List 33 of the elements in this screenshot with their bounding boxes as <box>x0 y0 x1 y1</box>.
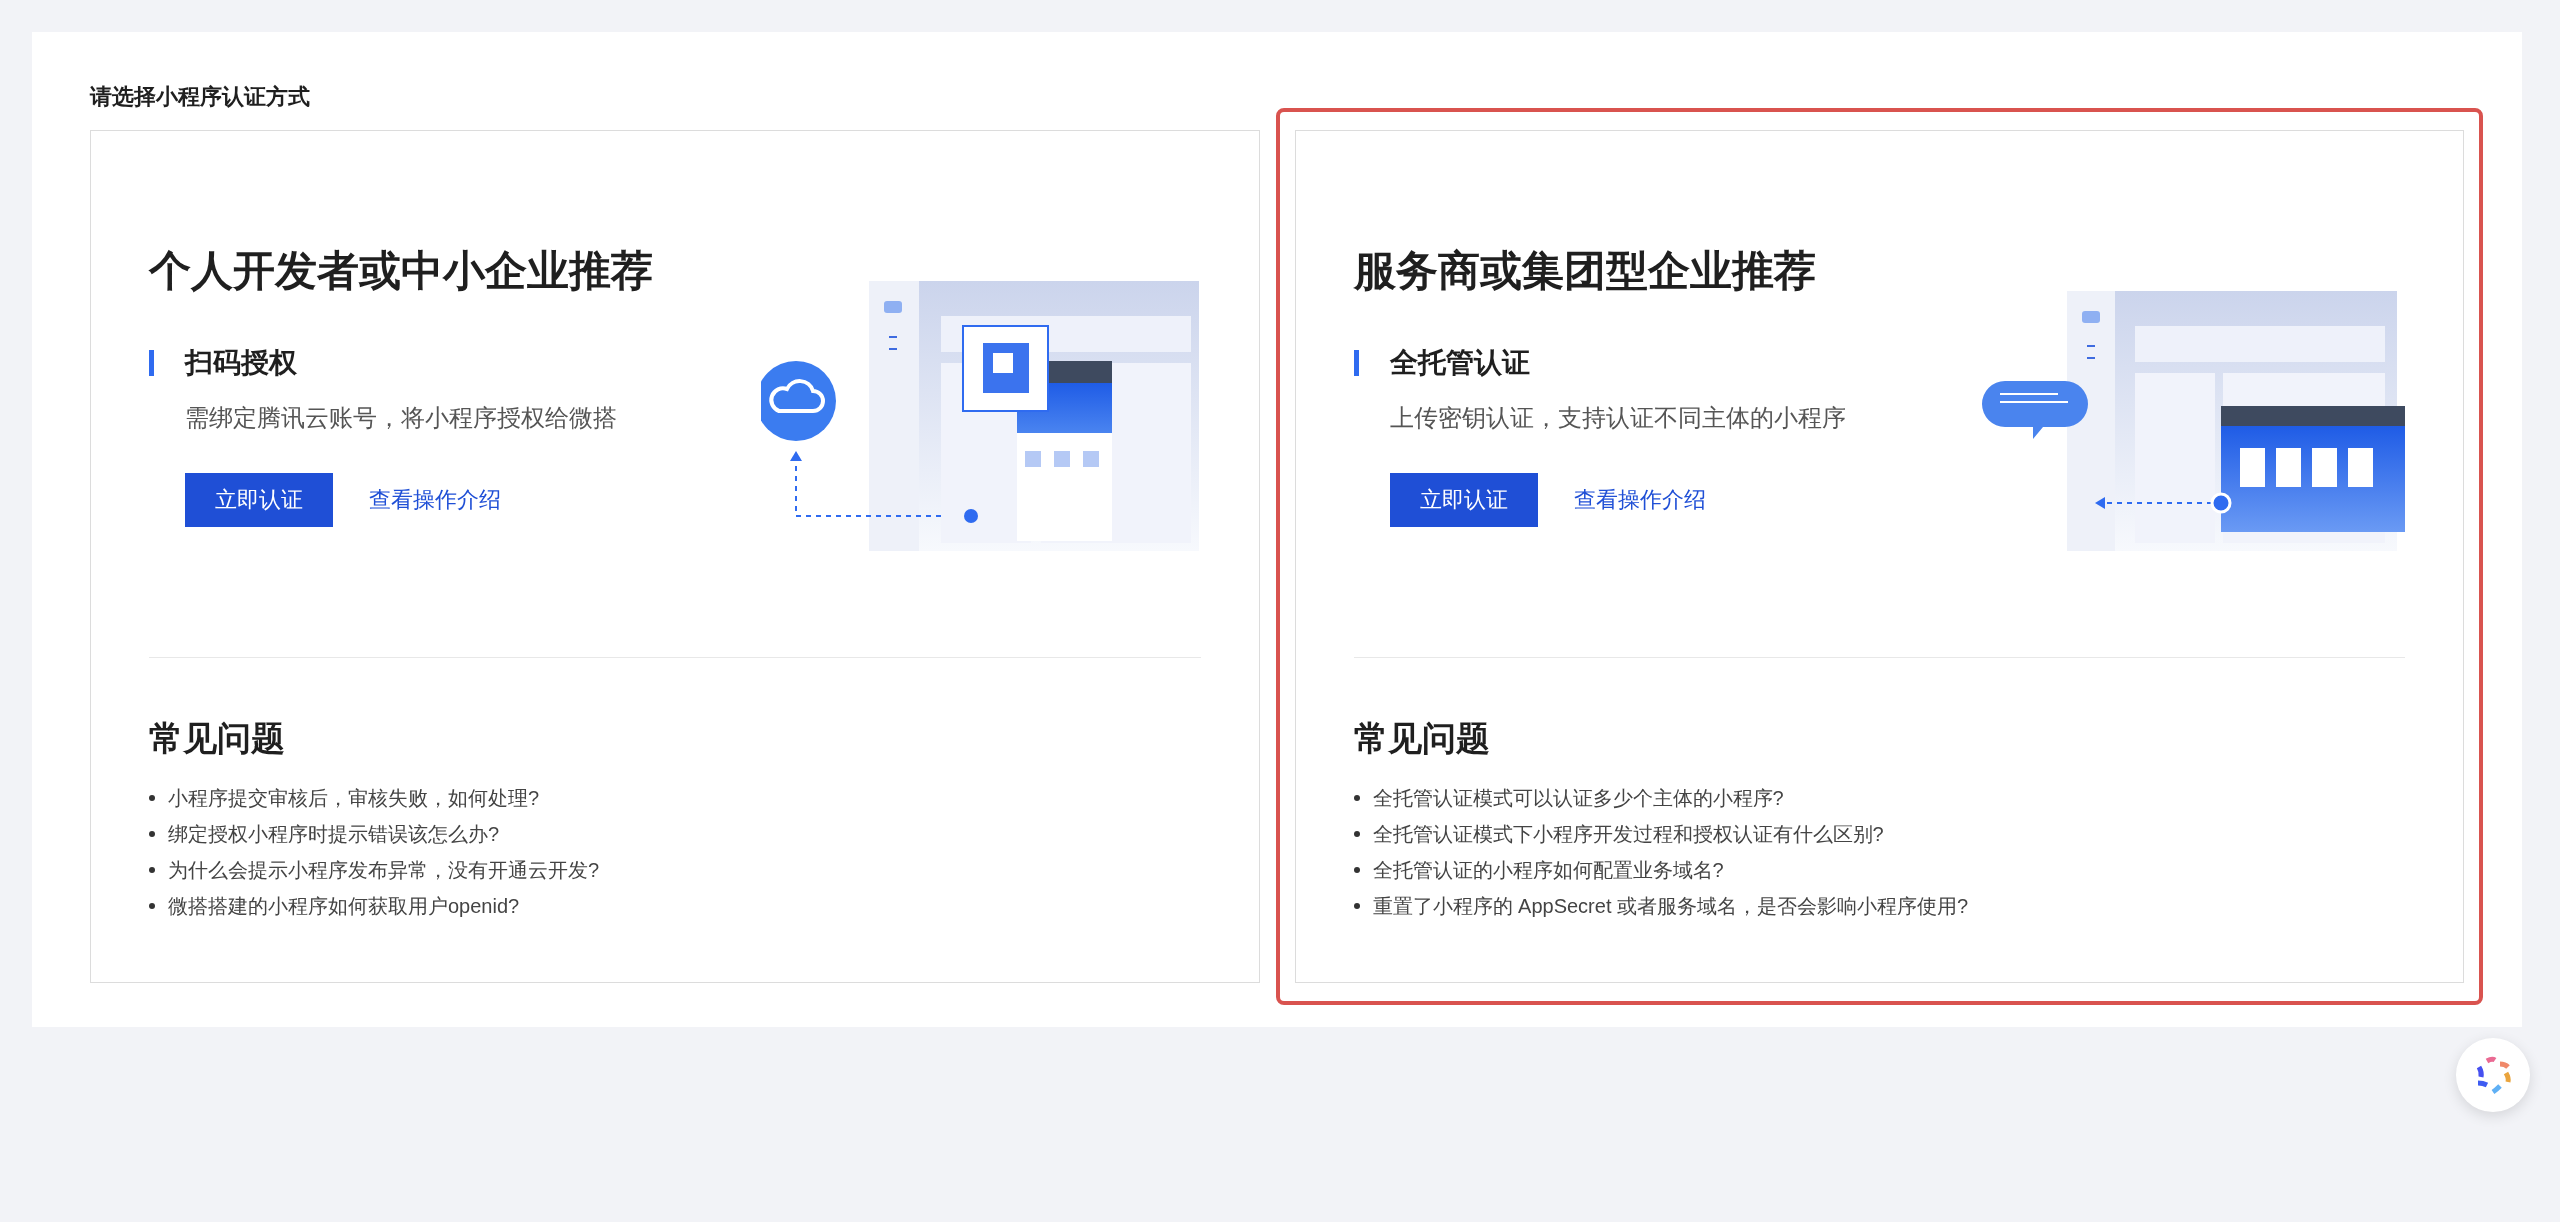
faq-link[interactable]: 全托管认证模式下小程序开发过程和授权认证有什么区别? <box>1372 816 1884 852</box>
bullet-dot <box>1353 867 1360 873</box>
faq-heading: 常见问题 <box>149 718 286 759</box>
faq-link[interactable]: 小程序提交审核后，审核失败，如何处理? <box>168 780 540 816</box>
section-heading: 请选择小程序认证方式 <box>90 83 311 111</box>
bullet-dot <box>1353 831 1360 837</box>
method-description: 上传密钥认证，支持认证不同主体的小程序 <box>1389 403 1847 433</box>
faq-link[interactable]: 微搭搭建的小程序如何获取用户openid? <box>168 888 520 924</box>
bullet-dot <box>1353 903 1360 909</box>
accent-bar <box>149 350 154 376</box>
bullet-dot <box>149 831 155 837</box>
verify-button[interactable]: 立即认证 <box>185 473 333 527</box>
guide-link[interactable]: 查看操作介绍 <box>369 485 501 515</box>
faq-link[interactable]: 绑定授权小程序时提示错误该怎么办? <box>168 816 500 852</box>
card-title: 个人开发者或中小企业推荐 <box>149 246 654 296</box>
method-title: 扫码授权 <box>185 346 297 380</box>
faq-heading: 常见问题 <box>1353 718 1491 759</box>
card-title: 服务商或集团型企业推荐 <box>1353 246 1817 296</box>
option-card[interactable]: 个人开发者或中小企业推荐 扫码授权 需绑定腾讯云账号，将小程序授权给微搭 立即认证 查看操作介绍 常见问题 小程序提交审核后，审核失败，如何处理? 绑定授权小程序时提示错误该怎么办? 为什么会提示小程序发布异常，没有开通云开发? 微搭搭建的小程序如何获取用户openid? <box>90 130 1260 983</box>
bullet-dot <box>149 867 155 873</box>
method-title: 全托管认证 <box>1389 346 1530 380</box>
bullet-dot <box>149 795 155 801</box>
guide-link[interactable]: 查看操作介绍 <box>1573 485 1706 515</box>
method-description: 需绑定腾讯云账号，将小程序授权给微搭 <box>185 403 618 433</box>
accent-bar <box>1353 350 1359 376</box>
faq-link[interactable]: 全托管认证的小程序如何配置业务域名? <box>1372 852 1724 888</box>
option-card[interactable]: 服务商或集团型企业推荐 全托管认证 上传密钥认证，支持认证不同主体的小程序 立即认证 查看操作介绍 常见问题 全托管认证模式可以认证多少个主体的小程序? 全托管认证模式下小程序开发过程和授权认证有什么区别? 全托管认证的小程序如何配置业务域名? 重置了小程序的 AppSecret 或者服务域名，是否会影响小程序使用? <box>1294 130 2464 983</box>
bullet-dot <box>149 903 155 909</box>
verify-button[interactable]: 立即认证 <box>1389 473 1538 527</box>
bullet-dot <box>1353 795 1360 801</box>
faq-link[interactable]: 为什么会提示小程序发布异常，没有开通云开发? <box>168 852 600 888</box>
faq-link[interactable]: 全托管认证模式可以认证多少个主体的小程序? <box>1372 780 1784 816</box>
faq-link[interactable]: 重置了小程序的 AppSecret 或者服务域名，是否会影响小程序使用? <box>1372 888 1969 924</box>
